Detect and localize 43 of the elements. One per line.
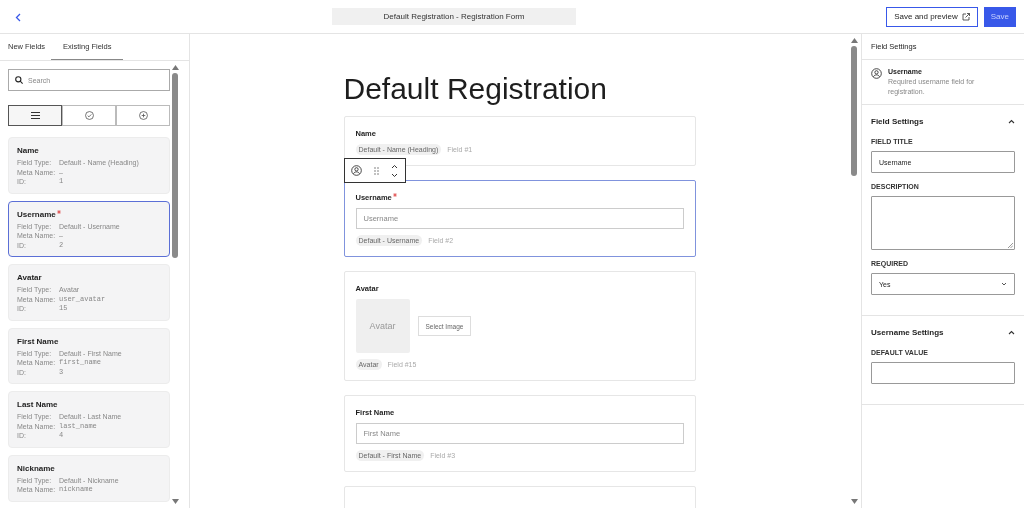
- avatar-placeholder: Avatar: [355, 299, 410, 353]
- section-title: Username Settings: [871, 328, 944, 337]
- collapse-toggle[interactable]: [1008, 330, 1015, 335]
- collapse-toggle[interactable]: [1008, 119, 1015, 124]
- input-field[interactable]: [871, 362, 1015, 384]
- field-name: Username: [17, 209, 161, 219]
- field-name: Avatar: [17, 273, 43, 282]
- form-title: Default Registration: [343, 72, 608, 106]
- description-textarea[interactable]: [871, 196, 1015, 250]
- save-and-preview-button[interactable]: Save and preview: [886, 6, 978, 27]
- section-title: Field Settings: [871, 117, 924, 126]
- field-name: Last Name: [17, 400, 59, 409]
- view-toggle[interactable]: [8, 105, 62, 126]
- scrollbar-thumb[interactable]: [172, 73, 178, 258]
- user-icon: [871, 68, 882, 79]
- drag-handle[interactable]: [374, 166, 379, 175]
- move-up-down-button[interactable]: [391, 163, 399, 178]
- user-icon: [350, 165, 362, 176]
- scroll-down-icon[interactable]: [850, 499, 858, 504]
- field-name: Name: [17, 146, 40, 155]
- resize-handle-icon[interactable]: [1008, 243, 1013, 248]
- chevron-icon: [1008, 119, 1015, 124]
- scrollbar-thumb[interactable]: [851, 46, 857, 176]
- save-button[interactable]: Save: [983, 6, 1016, 27]
- field-name: First Name: [17, 336, 60, 346]
- external-link-icon: [961, 12, 970, 21]
- list-icon: [30, 112, 40, 119]
- chevron-down-icon: [1001, 282, 1007, 286]
- drag-icon: [374, 166, 379, 175]
- check-circle-icon: [84, 111, 94, 120]
- view-toggle[interactable]: [116, 105, 170, 126]
- scroll-up-icon[interactable]: [171, 65, 179, 70]
- view-toggle[interactable]: [62, 105, 116, 126]
- field-name: Nickname: [17, 463, 56, 473]
- chevron-icon: [1008, 330, 1015, 335]
- scroll-down-icon[interactable]: [171, 499, 179, 504]
- chevrons-icon: [391, 163, 399, 178]
- user-icon-button[interactable]: [350, 165, 362, 176]
- scroll-up-icon[interactable]: [850, 38, 858, 43]
- search-icon: [15, 76, 23, 84]
- chevron-left-icon: [15, 12, 21, 22]
- document-title[interactable]: Default Registration - Registration Form: [332, 8, 577, 25]
- plus-circle-icon: [138, 111, 148, 120]
